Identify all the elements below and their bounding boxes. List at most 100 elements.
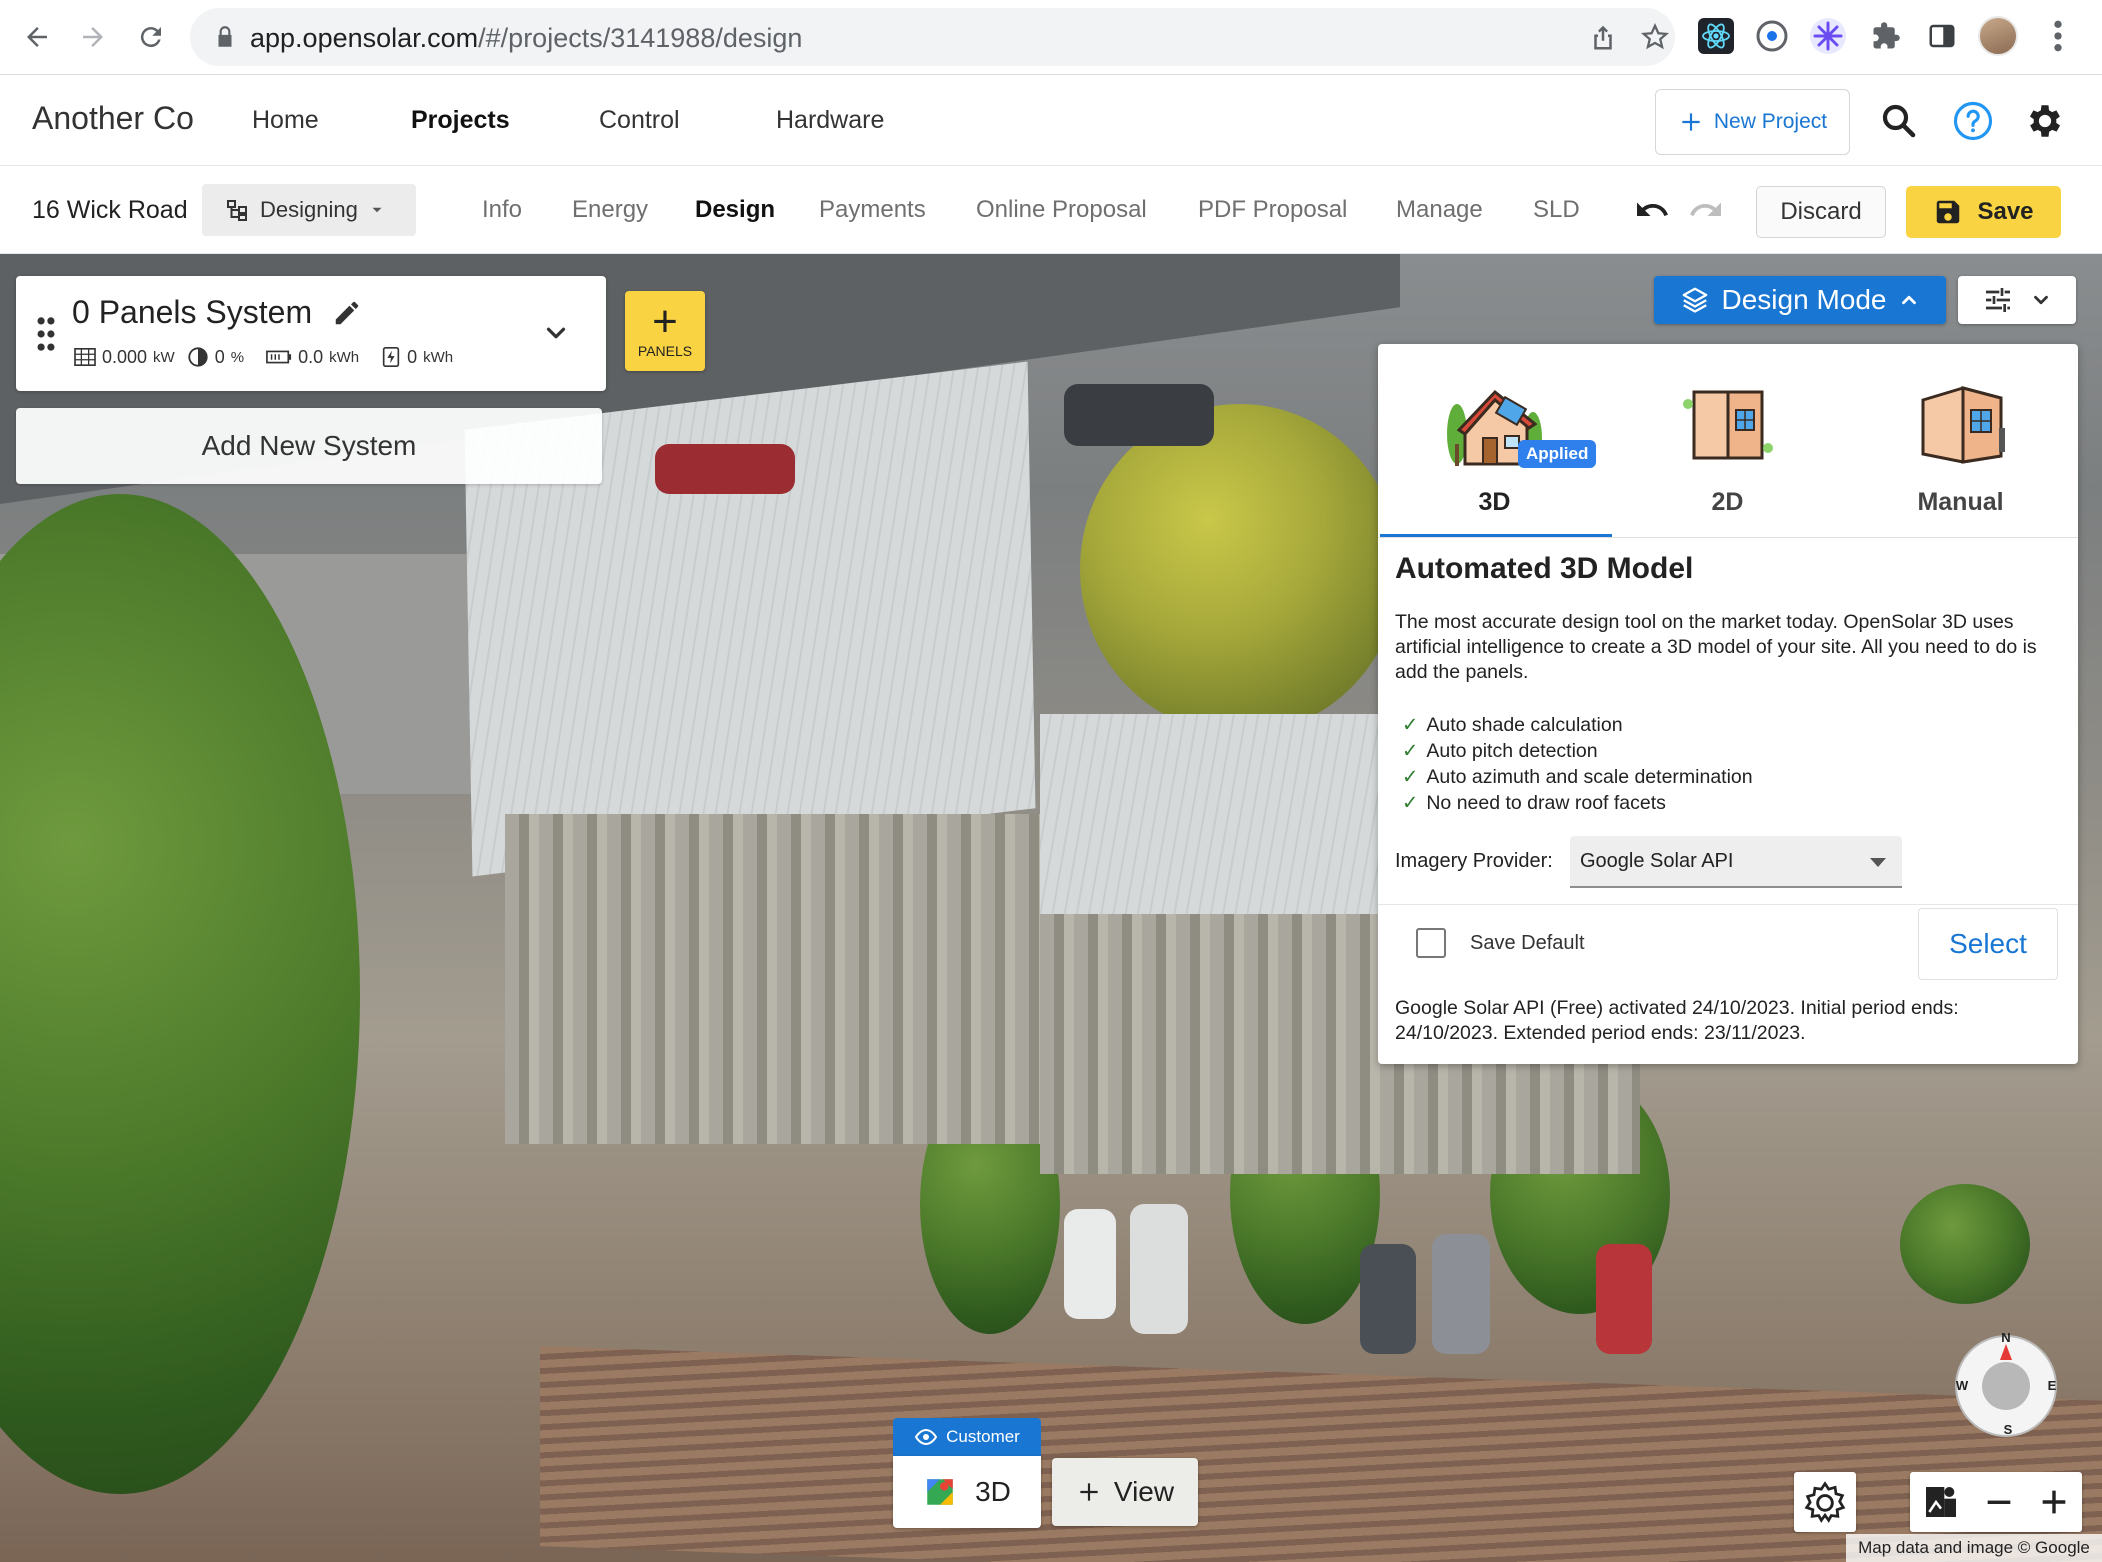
battery-value: 0.0 [298,346,324,367]
url-host: app.opensolar.com [250,23,479,53]
side-panel-icon[interactable] [1922,16,1962,56]
tab-payments[interactable]: Payments [819,196,926,224]
reload-button[interactable] [128,14,174,60]
stage-dropdown[interactable]: Designing [202,184,416,236]
mode-tab-manual-label: Manual [1917,488,2004,516]
tune-sliders-icon [1986,288,2010,312]
tabs-divider [1378,537,2078,538]
compass-n: N [2001,1330,2010,1345]
design-mode-toggle[interactable]: Design Mode [1654,276,1946,324]
workflow-icon [227,200,247,221]
browser-toolbar: app.opensolar.com/#/projects/3141988/des… [0,0,2102,75]
imagery-provider-label: Imagery Provider: [1395,850,1553,872]
help-icon[interactable] [1952,100,1994,142]
chevron-up-icon [1902,295,1917,305]
nav-home[interactable]: Home [252,106,319,135]
search-icon[interactable] [1878,100,1920,142]
tab-manage[interactable]: Manage [1396,196,1483,224]
customer-label: Customer [946,1427,1020,1446]
system-card[interactable]: 0 Panels System 0.000 kW 0% 0.0 kWh 0 kWh [16,276,606,391]
solar-panel-icon [74,348,96,366]
energy-bolt-icon [382,347,400,367]
drag-handle-icon[interactable] [36,316,56,352]
mode-tab-3d[interactable]: Applied 3D [1378,344,1611,536]
caret-down-icon [1870,858,1886,867]
nav-hardware[interactable]: Hardware [776,106,884,135]
offset-value: 0 [214,346,225,367]
password-manager-icon[interactable] [1752,16,1792,56]
select-button[interactable]: Select [1918,908,2058,980]
plus-icon [1080,1483,1098,1501]
compass-e: E [2048,1378,2057,1393]
house-2d-illustration-icon [1682,390,1773,460]
energy-value: 0 [407,346,418,367]
extensions-puzzle-icon[interactable] [1866,16,1906,56]
tab-sld[interactable]: SLD [1533,196,1580,224]
customer-view-toggle[interactable]: Customer [893,1418,1041,1456]
compass-w: W [1956,1378,1969,1393]
mode-tab-manual[interactable]: Manual [1844,344,2077,536]
sparkle-extension-icon[interactable] [1808,16,1848,56]
pencil-edit-icon[interactable] [332,298,362,328]
zoom-in-icon[interactable] [2037,1485,2071,1519]
tab-pdf-proposal[interactable]: PDF Proposal [1198,196,1347,224]
map-car [1360,1244,1416,1354]
brand-name[interactable]: Another Co [32,100,194,137]
bookmark-star-icon[interactable] [1640,22,1670,52]
shading-sun-button[interactable] [1794,1472,1856,1532]
map-car [655,444,795,494]
mode-tab-2d[interactable]: 2D [1611,344,1844,536]
settings-gear-icon[interactable] [2024,100,2066,142]
back-button[interactable] [14,14,60,60]
undo-icon[interactable] [1632,192,1672,228]
add-view-button[interactable]: View [1052,1458,1198,1526]
tab-design[interactable]: Design [695,196,775,224]
share-icon[interactable] [1588,22,1618,52]
system-title[interactable]: 0 Panels System [72,294,312,331]
check-icon: ✓ [1402,714,1419,736]
view-settings-button[interactable] [1958,276,2076,324]
street-view-icon[interactable] [1921,1482,1961,1522]
discard-button[interactable]: Discard [1756,186,1886,238]
profile-avatar[interactable] [1978,16,2018,56]
panel-description: The most accurate design tool on the mar… [1395,611,2037,683]
add-panels-button[interactable]: + PANELS [625,291,705,371]
tab-online-proposal[interactable]: Online Proposal [976,196,1147,224]
more-vert-icon[interactable] [2044,16,2072,56]
url-text: app.opensolar.com/#/projects/3141988/des… [250,23,802,54]
add-view-label: View [1113,1476,1175,1507]
mode-tab-2d-label: 2D [1711,488,1744,516]
tab-energy[interactable]: Energy [572,196,648,224]
address-bar[interactable]: app.opensolar.com/#/projects/3141988/des… [190,8,1675,66]
system-stats: 0.000 kW 0% 0.0 kWh 0 kWh [74,346,467,368]
mode-tab-3d-label: 3D [1478,488,1511,516]
nav-control[interactable]: Control [599,106,680,135]
save-default-label[interactable]: Save Default [1470,932,1585,955]
url-path: /#/projects/3141988/design [478,23,803,53]
map-roof [1040,714,1400,944]
add-new-system-button[interactable]: Add New System [16,408,602,484]
feature-item: ✓ Auto shade calculation [1402,712,1753,738]
imagery-provider-value: Google Solar API [1580,850,1734,872]
zoom-out-icon[interactable] [1982,1485,2016,1519]
battery-icon [266,350,292,364]
tab-info[interactable]: Info [482,196,522,224]
nav-projects[interactable]: Projects [411,106,510,135]
eye-icon [915,1428,938,1446]
imagery-provider-select[interactable]: Google Solar API [1570,836,1902,888]
save-button[interactable]: Save [1906,186,2061,238]
save-default-checkbox[interactable] [1416,928,1446,958]
arrow-left-icon [27,27,47,47]
forward-button[interactable] [70,14,116,60]
kw-value: 0.000 [102,346,148,367]
new-project-button[interactable]: New Project [1655,89,1850,155]
view-3d-button[interactable]: 3D [893,1456,1041,1528]
map-tiled-roof [540,1346,2102,1562]
react-devtools-icon[interactable] [1696,16,1736,56]
chevron-down-icon[interactable] [541,318,571,348]
feature-text: Auto azimuth and scale determination [1426,766,1753,788]
redo-icon[interactable] [1686,192,1726,228]
sun-gear-icon [1804,1481,1846,1523]
compass-icon[interactable]: N E S W [1946,1326,2066,1446]
feature-item: ✓ No need to draw roof facets [1402,790,1753,816]
